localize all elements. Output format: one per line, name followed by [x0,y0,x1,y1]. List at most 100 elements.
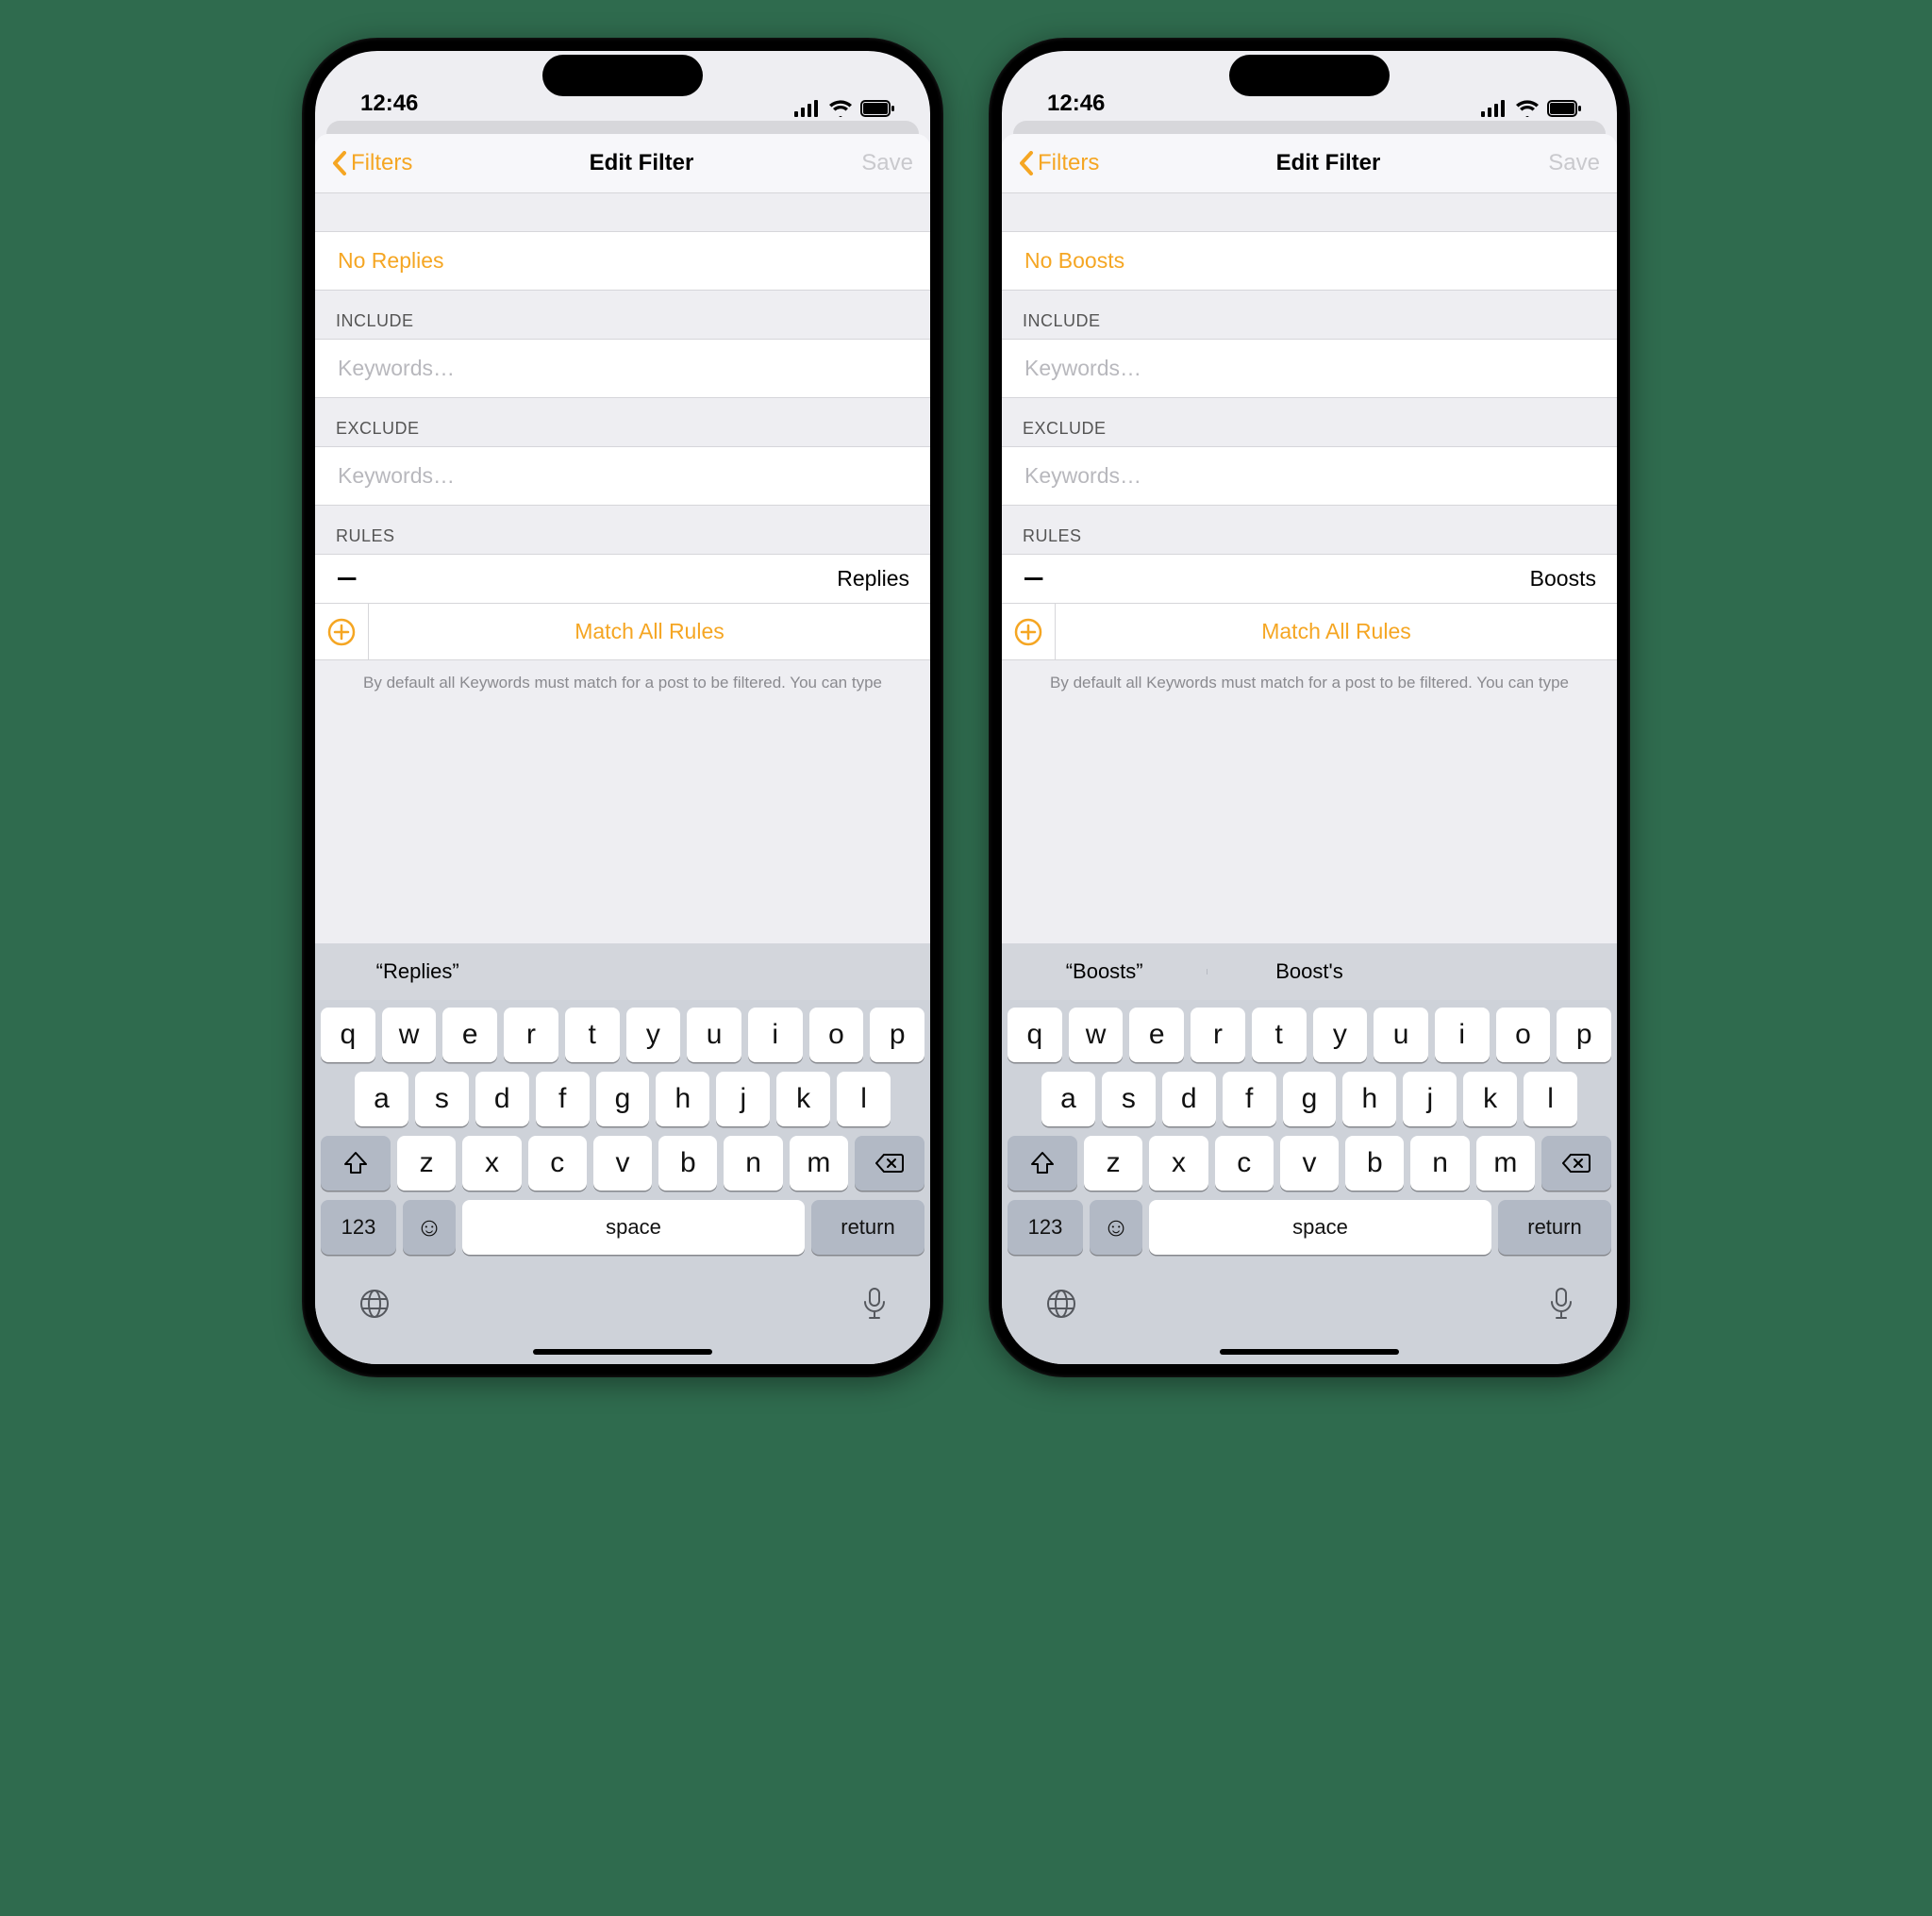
key-p[interactable]: p [870,1008,924,1062]
key-f[interactable]: f [1223,1072,1276,1126]
key-v[interactable]: v [593,1136,652,1191]
key-o[interactable]: o [809,1008,864,1062]
key-d[interactable]: d [1162,1072,1216,1126]
space-key[interactable]: space [462,1200,805,1255]
key-s[interactable]: s [1102,1072,1156,1126]
key-v[interactable]: v [1280,1136,1339,1191]
delete-key[interactable] [855,1136,924,1191]
include-keywords-row[interactable] [1002,339,1617,398]
key-g[interactable]: g [1283,1072,1337,1126]
key-z[interactable]: z [1084,1136,1142,1191]
key-b[interactable]: b [658,1136,717,1191]
key-c[interactable]: c [1215,1136,1274,1191]
key-q[interactable]: q [1008,1008,1062,1062]
key-b[interactable]: b [1345,1136,1404,1191]
key-l[interactable]: l [1524,1072,1577,1126]
return-key[interactable]: return [811,1200,924,1255]
key-z[interactable]: z [397,1136,456,1191]
add-rule-row[interactable]: Match All Rules [315,604,930,660]
key-k[interactable]: k [1463,1072,1517,1126]
key-r[interactable]: r [504,1008,558,1062]
key-y[interactable]: y [1313,1008,1368,1062]
key-g[interactable]: g [596,1072,650,1126]
key-q[interactable]: q [321,1008,375,1062]
back-button[interactable]: Filters [332,150,445,176]
filter-name-input[interactable] [336,247,913,275]
shift-icon [343,1151,368,1175]
key-i[interactable]: i [1435,1008,1490,1062]
key-a[interactable]: a [355,1072,408,1126]
key-n[interactable]: n [724,1136,782,1191]
exclude-keywords-input[interactable] [1023,462,1600,490]
emoji-key[interactable]: ☺ [403,1200,456,1255]
key-s[interactable]: s [415,1072,469,1126]
suggestion-1[interactable]: “Replies” [315,959,520,984]
key-p[interactable]: p [1557,1008,1611,1062]
key-u[interactable]: u [1374,1008,1428,1062]
key-f[interactable]: f [536,1072,590,1126]
save-button[interactable]: Save [838,150,913,176]
save-button[interactable]: Save [1524,150,1600,176]
include-keywords-input[interactable] [1023,355,1600,382]
exclude-keywords-row[interactable] [315,446,930,506]
key-a[interactable]: a [1041,1072,1095,1126]
key-n[interactable]: n [1410,1136,1469,1191]
mic-icon[interactable] [1549,1287,1574,1321]
key-l[interactable]: l [837,1072,891,1126]
cellular-icon [794,100,821,117]
key-i[interactable]: i [748,1008,803,1062]
key-t[interactable]: t [1252,1008,1307,1062]
exclude-keywords-row[interactable] [1002,446,1617,506]
key-j[interactable]: j [716,1072,770,1126]
home-indicator[interactable] [1220,1349,1399,1355]
key-t[interactable]: t [565,1008,620,1062]
key-j[interactable]: j [1403,1072,1457,1126]
key-h[interactable]: h [1342,1072,1396,1126]
back-button[interactable]: Filters [1019,150,1132,176]
include-keywords-row[interactable] [315,339,930,398]
status-time: 12:46 [360,91,418,117]
key-r[interactable]: r [1191,1008,1245,1062]
exclude-keywords-input[interactable] [336,462,913,490]
key-d[interactable]: d [475,1072,529,1126]
key-y[interactable]: y [626,1008,681,1062]
notch [1229,55,1390,96]
key-k[interactable]: k [776,1072,830,1126]
key-x[interactable]: x [462,1136,521,1191]
key-m[interactable]: m [790,1136,848,1191]
content: INCLUDE EXCLUDE RULES − Boosts Match All… [1002,193,1617,943]
key-w[interactable]: w [382,1008,437,1062]
filter-name-row[interactable] [1002,231,1617,291]
space-key[interactable]: space [1149,1200,1491,1255]
battery-icon [860,100,894,117]
key-c[interactable]: c [528,1136,587,1191]
suggestion-1[interactable]: “Boosts” [1002,959,1207,984]
key-x[interactable]: x [1149,1136,1208,1191]
globe-icon[interactable] [358,1288,391,1320]
key-m[interactable]: m [1476,1136,1535,1191]
key-w[interactable]: w [1069,1008,1124,1062]
filter-name-row[interactable] [315,231,930,291]
rule-row[interactable]: − Replies [315,554,930,604]
filter-name-input[interactable] [1023,247,1600,275]
shift-key[interactable] [1008,1136,1077,1191]
suggestion-2[interactable]: Boost's [1207,959,1411,984]
key-e[interactable]: e [442,1008,497,1062]
add-rule-row[interactable]: Match All Rules [1002,604,1617,660]
exclude-header: EXCLUDE [315,398,930,446]
key-o[interactable]: o [1496,1008,1551,1062]
delete-key[interactable] [1541,1136,1611,1191]
rule-row[interactable]: − Boosts [1002,554,1617,604]
home-indicator[interactable] [533,1349,712,1355]
emoji-key[interactable]: ☺ [1090,1200,1142,1255]
key-u[interactable]: u [687,1008,741,1062]
shift-key[interactable] [321,1136,391,1191]
include-keywords-input[interactable] [336,355,913,382]
globe-icon[interactable] [1045,1288,1077,1320]
numbers-key[interactable]: 123 [1008,1200,1083,1255]
numbers-key[interactable]: 123 [321,1200,396,1255]
return-key[interactable]: return [1498,1200,1611,1255]
key-h[interactable]: h [656,1072,709,1126]
key-e[interactable]: e [1129,1008,1184,1062]
mic-icon[interactable] [862,1287,887,1321]
